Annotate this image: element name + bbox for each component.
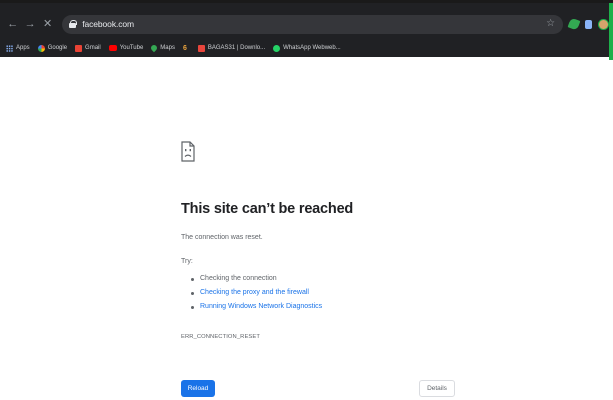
bookmark-label: WhatsApp Webweb... [283,45,341,51]
whatsapp-icon [273,44,281,52]
bookmark-bagas31[interactable]: BAGAS31 | Downlo... [197,44,266,52]
suggestion-item: Checking the proxy and the firewall [191,286,322,300]
bookmark-gmail[interactable]: Gmail [75,44,101,52]
browser-toolbar: ← → ✕ facebook.com ☆ [0,12,609,36]
gmail-icon [75,44,83,52]
bookmark-six[interactable]: 6 [183,45,190,52]
window-edge-accent [609,3,613,60]
error-title: This site can’t be reached [181,201,354,217]
bookmarks-bar: Apps Google Gmail YouTube Maps 6 BAGAS31… [6,41,349,55]
suggestion-check-proxy-link[interactable]: Checking the proxy and the firewall [200,286,309,300]
bookmark-label: Apps [16,45,30,51]
bookmark-label: YouTube [119,45,144,51]
address-bar-url[interactable]: facebook.com [82,19,134,29]
six-icon: 6 [182,44,187,52]
suggestions-list: Checking the connection Checking the pro… [191,272,322,314]
error-description: The connection was reset. [181,234,263,241]
bookmark-youtube[interactable]: YouTube [108,45,144,51]
address-bar[interactable]: facebook.com ☆ [62,14,564,34]
bookmark-google[interactable]: Google [37,44,68,52]
extension-leaf-icon[interactable] [567,17,581,31]
bookmark-label: Gmail [85,45,101,51]
suggestion-network-diagnostics-link[interactable]: Running Windows Network Diagnostics [200,300,322,314]
suggestion-item: Checking the connection [191,272,322,286]
apps-grid-icon [6,44,13,52]
youtube-icon [108,45,117,51]
bookmark-label: BAGAS31 | Downlo... [207,45,266,51]
bagas-icon [197,44,205,52]
maps-icon [150,43,159,53]
extensions-puzzle-icon[interactable] [584,19,593,29]
sad-document-icon [181,141,195,162]
back-icon[interactable]: ← [6,17,19,31]
bookmark-maps[interactable]: Maps [150,43,175,53]
bookmark-label: Maps [160,45,175,51]
suggestion-check-connection: Checking the connection [200,275,277,282]
google-icon [37,44,45,52]
stop-loading-icon[interactable]: ✕ [41,17,54,31]
bookmark-apps[interactable]: Apps [6,44,30,52]
lock-icon[interactable] [69,20,78,28]
suggestion-item: Running Windows Network Diagnostics [191,300,322,314]
reload-button[interactable]: Reload [181,380,215,397]
profile-avatar[interactable] [598,18,609,30]
details-button[interactable]: Details [419,380,455,397]
forward-icon[interactable]: → [23,17,36,31]
error-code: ERR_CONNECTION_RESET [181,334,260,340]
bookmark-star-icon[interactable]: ☆ [546,18,555,29]
try-label: Try: [181,258,193,265]
browser-chrome: ← → ✕ facebook.com ☆ Apps Google Gmail Y… [0,0,613,60]
bookmark-whatsapp[interactable]: WhatsApp Webweb... [273,44,341,52]
bullet-icon [191,305,194,309]
bullet-icon [191,291,194,295]
bullet-icon [191,277,194,281]
bookmark-label: Google [47,45,68,51]
